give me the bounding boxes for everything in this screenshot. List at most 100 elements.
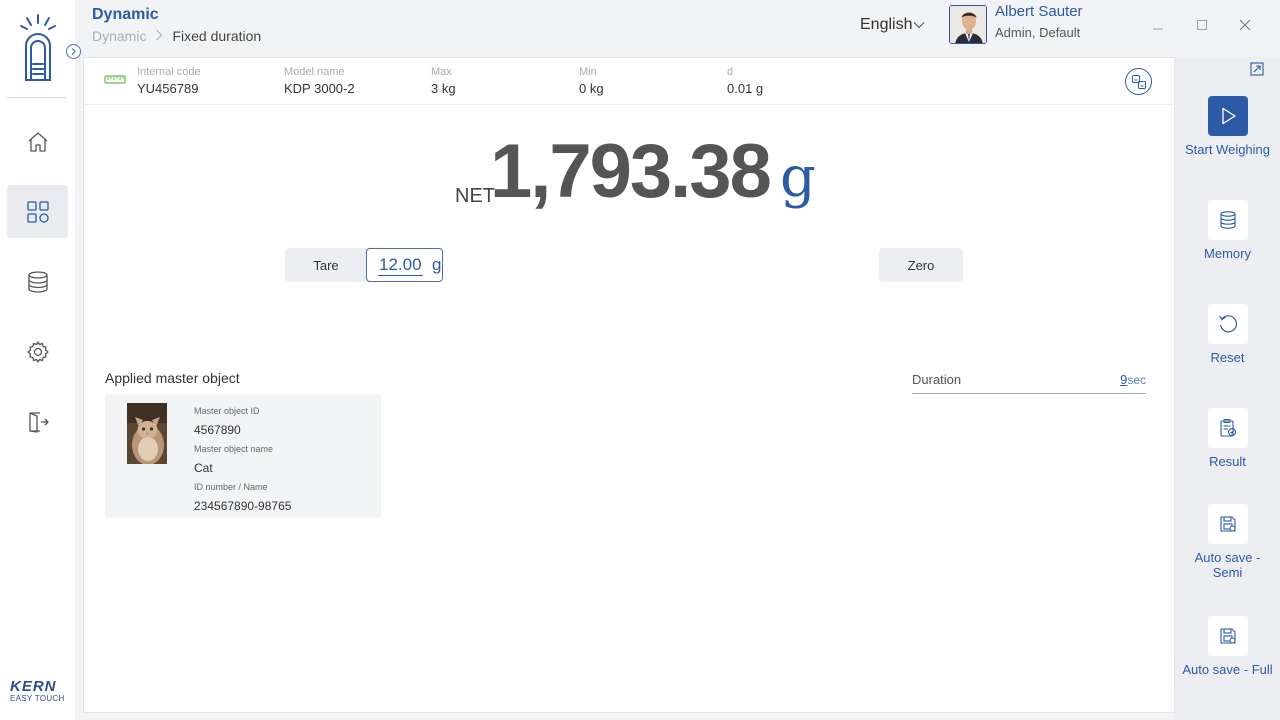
gear-icon — [26, 340, 49, 363]
breadcrumb-parent[interactable]: Dynamic — [92, 28, 146, 44]
sidebar-item-settings[interactable] — [7, 325, 68, 378]
action-panel: Start Weighing Memory Reset Result Auto … — [1175, 57, 1280, 720]
sidebar-item-database[interactable] — [7, 255, 68, 308]
reset-icon — [1218, 315, 1237, 333]
d-field: d 0.01 g — [727, 65, 763, 97]
sidebar: KERN EASY TOUCH — [0, 0, 75, 720]
model-name-field: Model name KDP 3000-2 — [284, 65, 355, 97]
sidebar-item-logout[interactable] — [7, 395, 68, 448]
avatar[interactable] — [949, 5, 987, 44]
fullscreen-icon[interactable] — [1249, 61, 1265, 77]
d-label: d — [727, 66, 734, 78]
auto-save-semi-action[interactable]: Auto save - Semi — [1175, 504, 1280, 580]
auto-save-full-label: Auto save - Full — [1182, 662, 1273, 677]
master-object-name-value: Cat — [194, 461, 213, 475]
auto-save-full-action[interactable]: Auto save - Full — [1175, 616, 1280, 677]
tare-unit: g — [432, 255, 442, 274]
save-icon — [1219, 628, 1236, 644]
breadcrumb-current: Fixed duration — [172, 28, 262, 44]
start-weighing-button[interactable] — [1207, 96, 1248, 136]
auto-save-full-button[interactable] — [1207, 616, 1248, 656]
cat-photo — [127, 403, 167, 464]
weight-unit: g — [780, 145, 816, 210]
language-select[interactable]: English — [860, 16, 925, 34]
d-value: 0.01 g — [727, 81, 764, 96]
switch-scale-button[interactable] — [1125, 68, 1152, 95]
chevron-right-icon — [71, 48, 76, 55]
internal-code-value: YU456789 — [137, 81, 199, 96]
chevron-down-icon — [914, 22, 925, 29]
memory-button[interactable] — [1207, 200, 1248, 240]
duration-field[interactable]: Duration 9sec — [912, 368, 1146, 394]
user-name[interactable]: Albert Sauter — [995, 3, 1083, 20]
duration-label: Duration — [912, 372, 962, 387]
max-field: Max 3 kg — [431, 65, 456, 97]
start-weighing-label: Start Weighing — [1184, 142, 1271, 157]
id-number-field: ID number / Name 234567890-98765 — [194, 481, 291, 514]
tare-control: Tare 12.00 g — [285, 248, 443, 282]
model-name-value: KDP 3000-2 — [284, 81, 355, 96]
page-title: Dynamic — [92, 6, 159, 23]
switch-scale-icon — [1131, 74, 1146, 89]
header: Dynamic Dynamic Fixed duration English A… — [75, 0, 1280, 56]
main-panel: Internal code YU456789 Model name KDP 30… — [83, 57, 1175, 713]
sidebar-divider — [7, 97, 67, 98]
master-object-name-label: Master object name — [194, 444, 274, 454]
memory-icon — [1219, 211, 1236, 229]
master-object-id-value: 4567890 — [194, 423, 241, 437]
weight-value: 1,793.38 — [490, 129, 772, 214]
brand-name: KERN — [10, 678, 57, 695]
save-icon — [1219, 516, 1236, 532]
master-object-title: Applied master object — [105, 370, 240, 386]
master-object-card[interactable]: Master object ID 4567890 Master object n… — [105, 394, 381, 518]
auto-save-semi-label: Auto save - Semi — [1194, 550, 1261, 580]
duration-value-group[interactable]: 9sec — [1120, 372, 1146, 387]
min-field: Min 0 kg — [579, 65, 604, 97]
reset-label: Reset — [1210, 350, 1245, 365]
result-action[interactable]: Result — [1175, 408, 1280, 469]
duration-unit: sec — [1127, 373, 1146, 387]
memory-label: Memory — [1204, 246, 1251, 261]
scale-status-icon — [104, 75, 126, 84]
auto-save-semi-button[interactable] — [1207, 504, 1248, 544]
result-label: Result — [1209, 454, 1246, 469]
logout-icon — [28, 411, 49, 433]
min-label: Min — [579, 66, 597, 78]
id-number-label: ID number / Name — [194, 482, 268, 492]
maximize-button[interactable] — [1191, 14, 1213, 36]
result-clipboard-icon — [1219, 418, 1236, 437]
sidebar-expand-button[interactable] — [66, 44, 81, 59]
language-label: English — [860, 16, 913, 33]
internal-code-label: Internal code — [137, 66, 201, 78]
maximize-icon — [1197, 20, 1207, 30]
scale-logo-icon — [20, 14, 56, 81]
play-icon — [1221, 107, 1236, 125]
max-label: Max — [431, 66, 452, 78]
tare-button[interactable]: Tare — [285, 248, 367, 282]
reset-action[interactable]: Reset — [1175, 304, 1280, 365]
sidebar-item-home[interactable] — [7, 115, 68, 168]
zero-button[interactable]: Zero — [879, 248, 963, 282]
master-object-name-field: Master object name Cat — [194, 443, 273, 476]
model-name-label: Model name — [284, 66, 345, 78]
minimize-icon — [1153, 28, 1163, 30]
user-role: Admin, Default — [995, 25, 1081, 40]
memory-action[interactable]: Memory — [1175, 200, 1280, 261]
result-button[interactable] — [1207, 408, 1248, 448]
min-value: 0 kg — [579, 81, 604, 96]
tare-input[interactable]: 12.00 g — [366, 248, 443, 282]
brand-subtitle: EASY TOUCH — [10, 694, 65, 703]
reset-button[interactable] — [1207, 304, 1248, 344]
sidebar-item-apps[interactable] — [7, 185, 68, 238]
start-weighing-action[interactable]: Start Weighing — [1175, 96, 1280, 157]
apps-grid-icon — [26, 200, 49, 223]
breadcrumb: Dynamic Fixed duration — [92, 28, 261, 44]
minimize-button[interactable] — [1147, 14, 1169, 36]
close-button[interactable] — [1234, 14, 1256, 36]
breadcrumb-separator-icon — [155, 29, 163, 44]
master-object-id-field: Master object ID 4567890 — [194, 405, 260, 438]
max-value: 3 kg — [431, 81, 456, 96]
kern-logo: KERN EASY TOUCH — [10, 679, 66, 704]
id-number-value: 234567890-98765 — [194, 499, 292, 513]
tare-value[interactable]: 12.00 — [378, 255, 423, 276]
